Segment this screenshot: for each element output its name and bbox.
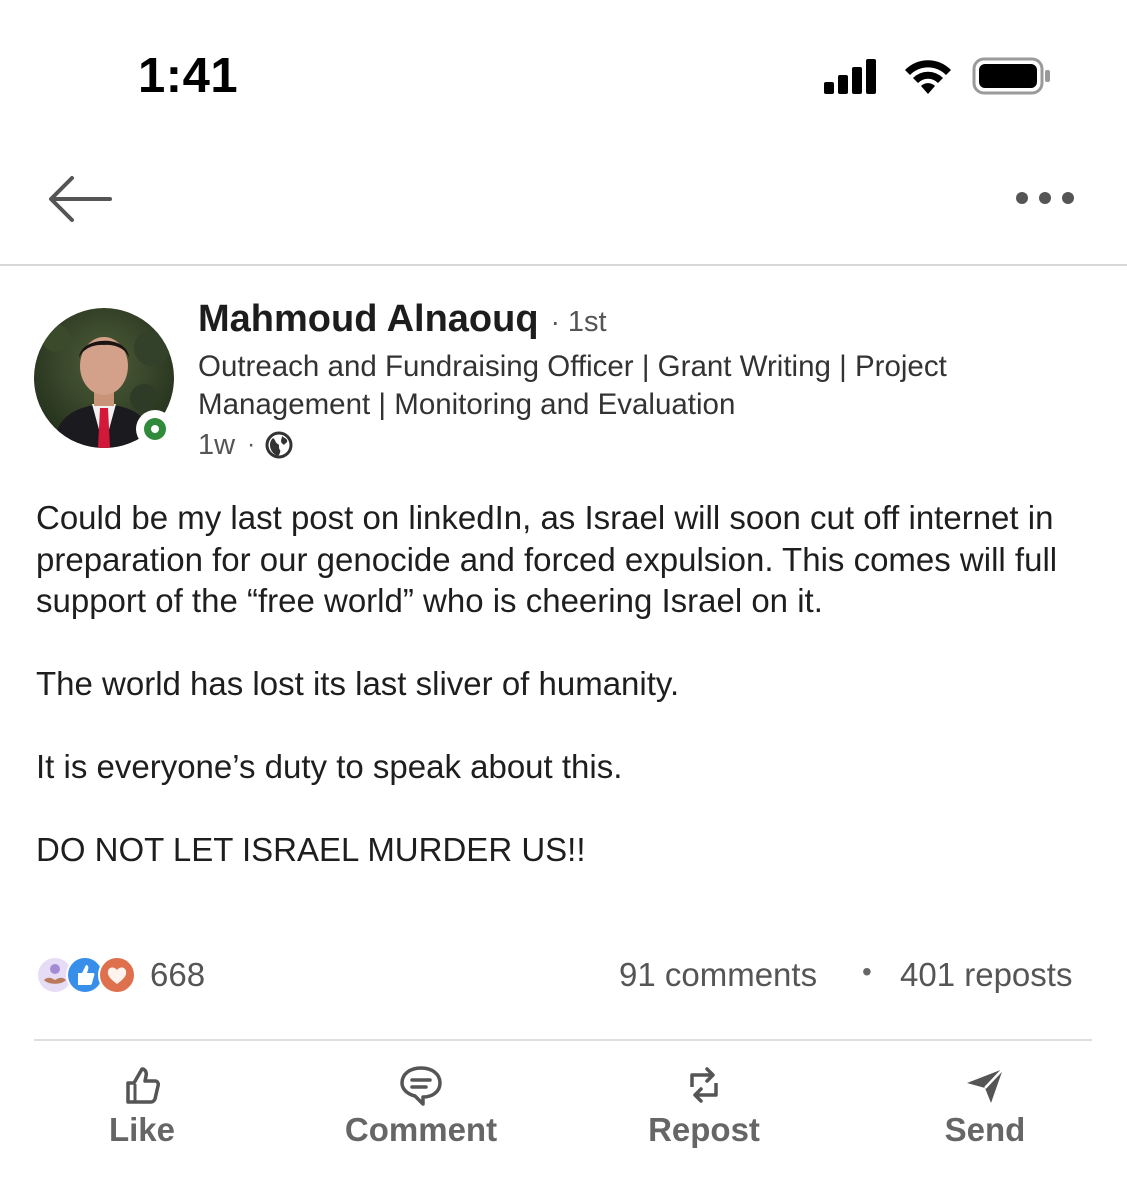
status-icons: [822, 54, 1052, 98]
post-meta: 1w ·: [198, 425, 1098, 465]
comment-button[interactable]: Comment: [321, 1055, 521, 1160]
thumbs-up-icon: [126, 1067, 160, 1104]
online-status-badge: [136, 410, 174, 448]
globe-icon: [265, 431, 293, 459]
nav-bar: [0, 150, 1127, 266]
post-body: Could be my last post on linkedIn, as Is…: [36, 497, 1096, 871]
battery-icon: [972, 57, 1050, 95]
post-paragraph: DO NOT LET ISRAEL MURDER US!!: [36, 831, 586, 868]
love-reaction-icon: [98, 956, 136, 994]
post-paragraph: It is everyone’s duty to speak about thi…: [36, 748, 623, 785]
reaction-icons[interactable]: [36, 956, 146, 996]
send-icon: [967, 1068, 1004, 1103]
name-separator: ·: [550, 306, 560, 337]
send-label: Send: [944, 1111, 1026, 1148]
comment-icon: [400, 1066, 442, 1106]
post-author: Mahmoud Alnaouq · 1st Outreach and Fundr…: [34, 298, 1104, 468]
like-label: Like: [108, 1111, 176, 1148]
wifi-icon: [905, 60, 951, 94]
author-meta: Mahmoud Alnaouq · 1st Outreach and Fundr…: [198, 298, 1098, 465]
comment-label: Comment: [344, 1111, 498, 1148]
status-time: 1:41: [138, 49, 239, 103]
more-horizontal-icon[interactable]: [1010, 186, 1080, 210]
repost-button[interactable]: Repost: [604, 1055, 804, 1160]
reposts-count[interactable]: 401 reposts: [900, 956, 1072, 994]
connection-degree: 1st: [567, 306, 607, 338]
name-row: Mahmoud Alnaouq · 1st: [198, 298, 1098, 346]
stats-separator: •: [862, 956, 872, 987]
like-button[interactable]: Like: [42, 1055, 242, 1160]
reactions-count[interactable]: 668: [150, 956, 205, 994]
meta-separator: ·: [247, 431, 256, 458]
action-bar: Like Comment Repost Send: [0, 1055, 1127, 1165]
repost-label: Repost: [648, 1111, 760, 1148]
divider: [34, 1039, 1092, 1041]
comments-count[interactable]: 91 comments: [619, 956, 817, 994]
status-bar: 1:41: [0, 0, 1127, 150]
author-name[interactable]: Mahmoud Alnaouq: [198, 298, 539, 341]
post-paragraph: The world has lost its last sliver of hu…: [36, 665, 680, 702]
send-button[interactable]: Send: [885, 1055, 1085, 1160]
arrow-left-icon[interactable]: [46, 172, 114, 226]
post-paragraph: Could be my last post on linkedIn, as Is…: [36, 499, 1058, 619]
repost-icon: [690, 1067, 718, 1103]
cellular-signal-icon: [824, 59, 876, 94]
social-counts: 668 91 comments • 401 reposts: [36, 950, 1092, 1006]
author-headline: Outreach and Fundraising Officer | Grant…: [198, 350, 947, 421]
post-age: 1w: [198, 428, 236, 461]
